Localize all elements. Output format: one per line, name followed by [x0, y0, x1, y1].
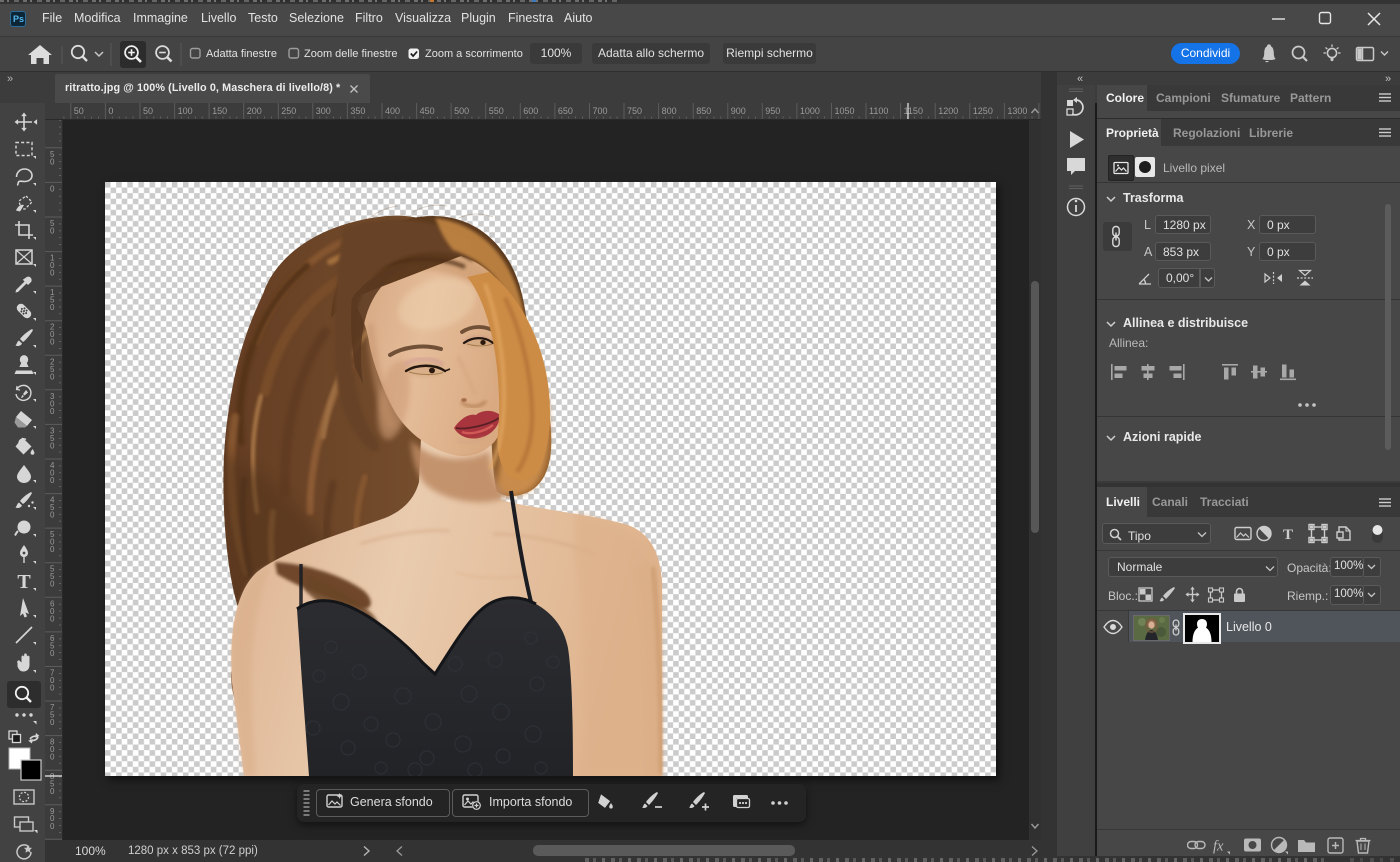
svg-text:0: 0	[50, 614, 55, 623]
svg-text:50: 50	[74, 106, 84, 116]
svg-text:0: 0	[50, 476, 55, 485]
svg-text:0: 0	[50, 269, 55, 278]
svg-text:1100: 1100	[869, 106, 888, 116]
svg-text:0: 0	[50, 441, 55, 450]
svg-text:T: T	[1283, 527, 1293, 543]
svg-text:0: 0	[50, 580, 55, 589]
svg-text:650: 650	[558, 106, 573, 116]
svg-text:0: 0	[50, 684, 55, 693]
svg-text:1050: 1050	[835, 106, 855, 116]
svg-text:350: 350	[350, 106, 365, 116]
svg-text:0: 0	[108, 106, 113, 116]
svg-text:300: 300	[316, 106, 331, 116]
svg-text:0: 0	[50, 227, 55, 236]
svg-text:0: 0	[50, 649, 55, 658]
svg-text:850: 850	[696, 106, 711, 116]
svg-text:T: T	[17, 571, 31, 593]
svg-text:1150: 1150	[904, 106, 923, 116]
svg-text:0: 0	[50, 184, 55, 193]
svg-text:0: 0	[50, 511, 55, 520]
svg-text:1250: 1250	[973, 106, 993, 116]
svg-text:200: 200	[247, 106, 262, 116]
svg-text:0: 0	[50, 303, 55, 312]
svg-text:1000: 1000	[800, 106, 820, 116]
svg-text:0: 0	[50, 822, 55, 831]
svg-text:950: 950	[765, 106, 780, 116]
svg-text:0: 0	[50, 157, 55, 166]
svg-text:500: 500	[454, 106, 469, 116]
svg-text:700: 700	[593, 106, 608, 116]
svg-text:1200: 1200	[938, 106, 958, 116]
svg-text:50: 50	[143, 106, 153, 116]
svg-text:0: 0	[50, 753, 55, 762]
svg-text:0: 0	[50, 545, 55, 554]
svg-text:1300: 1300	[1007, 106, 1027, 116]
svg-text:900: 900	[731, 106, 746, 116]
svg-text:550: 550	[489, 106, 504, 116]
svg-text:0: 0	[50, 787, 55, 796]
svg-text:0: 0	[50, 407, 55, 416]
svg-text:750: 750	[627, 106, 642, 116]
svg-text:0: 0	[50, 718, 55, 727]
svg-text:0: 0	[50, 372, 55, 381]
svg-text:100: 100	[178, 106, 193, 116]
svg-text:800: 800	[662, 106, 677, 116]
svg-text:450: 450	[420, 106, 435, 116]
svg-text:fx: fx	[1213, 839, 1224, 855]
svg-text:600: 600	[523, 106, 538, 116]
svg-text:400: 400	[385, 106, 400, 116]
svg-text:0: 0	[50, 338, 55, 347]
svg-text:250: 250	[281, 106, 296, 116]
svg-text:150: 150	[212, 106, 227, 116]
